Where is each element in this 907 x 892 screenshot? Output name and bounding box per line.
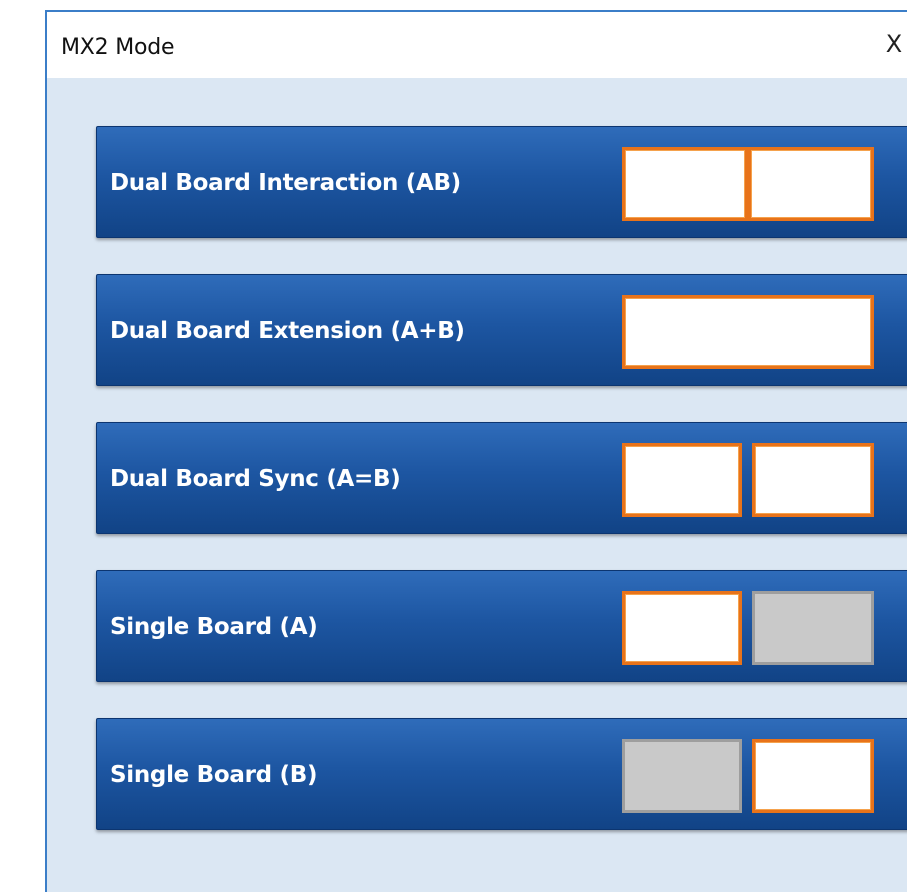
title-bar: MX2 Mode X [47, 12, 907, 78]
single-board-b-icon [622, 739, 874, 813]
close-button[interactable]: X [879, 28, 907, 60]
dual-board-extension-button[interactable]: Dual Board Extension (A+B) [96, 274, 907, 386]
inactive-board-b-icon [752, 591, 874, 665]
mode-label: Dual Board Interaction (AB) [110, 170, 461, 196]
board-a-icon [622, 147, 748, 221]
single-board-a-button[interactable]: Single Board (A) [96, 570, 907, 682]
dialog-title: MX2 Mode [61, 35, 175, 60]
extended-board-icon [622, 295, 874, 369]
board-a-icon [622, 443, 742, 517]
board-b-icon [748, 147, 874, 221]
mode-label: Dual Board Extension (A+B) [110, 318, 465, 344]
mode-label: Single Board (A) [110, 614, 318, 640]
dual-board-sync-button[interactable]: Dual Board Sync (A=B) [96, 422, 907, 534]
mode-label: Single Board (B) [110, 762, 318, 788]
single-board-b-button[interactable]: Single Board (B) [96, 718, 907, 830]
inactive-board-a-icon [622, 739, 742, 813]
single-board-a-icon [622, 591, 874, 665]
dual-board-extension-icon [622, 295, 874, 369]
mx2-mode-dialog: MX2 Mode X Dual Board Interaction (AB) D… [45, 10, 907, 892]
dual-board-interaction-button[interactable]: Dual Board Interaction (AB) [96, 126, 907, 238]
dual-board-interaction-icon [622, 147, 874, 221]
dual-board-sync-icon [622, 443, 874, 517]
mode-label: Dual Board Sync (A=B) [110, 466, 401, 492]
board-b-icon [752, 739, 874, 813]
board-a-icon [622, 591, 742, 665]
board-b-icon [752, 443, 874, 517]
